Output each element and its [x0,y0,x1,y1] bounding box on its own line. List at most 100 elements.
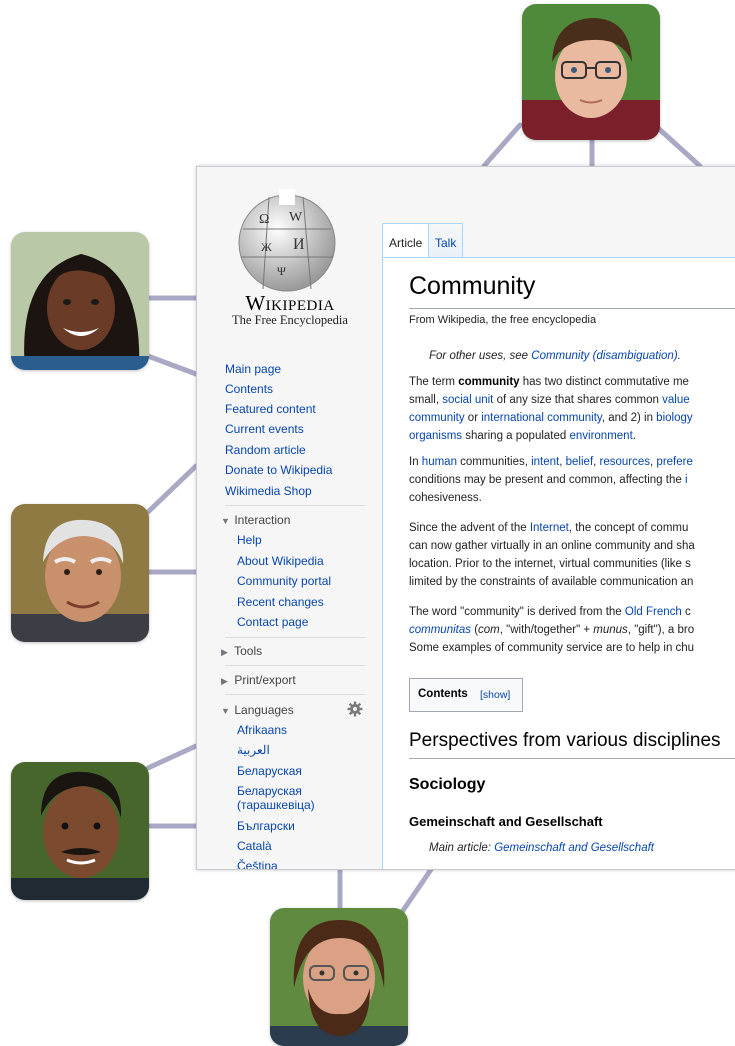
article-link[interactable]: prefere [656,456,692,468]
page-title: Community [409,272,536,300]
article-link[interactable]: Internet [530,522,569,534]
disambiguation-link[interactable]: Community (disambiguation) [531,350,677,362]
hatnote: For other uses, see Community (disambigu… [429,350,681,362]
paragraph-line: The word "community" is derived from the… [409,604,691,622]
sidebar-item-contact-page[interactable]: Contact page [237,615,308,629]
tab-article[interactable]: Article [382,223,430,259]
languages-toggle[interactable]: ▼ Languages [221,703,294,717]
hatnote-suffix: . [677,350,681,362]
table-of-contents: Contents [show] [409,678,523,712]
paragraph-line: Since the advent of the Internet, the co… [409,520,688,538]
text-run: Some examples of community service are t… [409,642,695,654]
text-run: communities, [456,456,532,468]
chevron-down-icon: ▼ [221,706,230,716]
sidebar-item-random-article[interactable]: Random article [225,443,306,457]
text-run: , "gift"), a bro [627,624,695,636]
sidebar-item-current-events[interactable]: Current events [225,422,304,436]
text-run: The word "community" is derived from the [409,606,625,618]
sidebar-item-help[interactable]: Help [237,533,262,547]
text-run: . [632,430,636,442]
site-tagline: From Wikipedia, the free encyclopedia [409,314,597,326]
article-link[interactable]: organisms [409,430,462,442]
sidebar-item-recent-changes[interactable]: Recent changes [237,595,324,609]
paragraph-line: In human communities, intent, belief, re… [409,454,693,472]
article-link[interactable]: intent [531,456,559,468]
sidebar-item-wikimedia-shop[interactable]: Wikimedia Shop [225,484,312,498]
text-run: The term [409,376,459,388]
languages-heading: Languages [234,703,294,717]
sidebar-item-contents[interactable]: Contents [225,382,273,396]
text-run: location. Prior to the internet, virtual… [409,558,691,570]
tab-talk[interactable]: Talk [428,223,464,258]
language-item[interactable]: Català [237,839,272,853]
interaction-toggle[interactable]: ▼ Interaction [221,513,290,527]
article-link[interactable]: human [422,456,457,468]
sidebar-item-donate[interactable]: Donate to Wikipedia [225,463,332,477]
text-run: c [681,606,691,618]
hatnote-prefix: For other uses, see [429,350,532,362]
language-item[interactable]: Беларуская [237,784,302,798]
svg-text:Ω: Ω [259,212,269,227]
paragraph-line: Some examples of community service are t… [409,640,694,658]
sidebar-divider [225,665,365,666]
text-run: has two distinct commutative me [519,376,689,388]
language-item[interactable]: Čeština [237,859,278,869]
interaction-heading: Interaction [234,513,291,527]
sidebar-item-featured-content[interactable]: Featured content [225,402,316,416]
article-link[interactable]: international community [481,412,602,424]
article-link[interactable]: resources [600,456,651,468]
paragraph-line: organisms sharing a populated environmen… [409,428,636,446]
print-export-heading: Print/export [234,673,296,687]
sidebar-item-community-portal[interactable]: Community portal [237,574,331,588]
wikipedia-globe-logo[interactable]: Ω W И Ж Ψ [233,185,341,293]
paragraph-line: The term community has two distinct comm… [409,374,689,392]
article-link[interactable]: belief [566,456,594,468]
language-item[interactable]: Беларуская [237,764,302,778]
avatar-smiling-woman [11,232,149,370]
language-item[interactable]: Afrikaans [237,723,287,737]
article-link[interactable]: value [662,394,690,406]
language-item[interactable]: العربية [237,743,270,757]
subsubsection-heading: Gemeinschaft and Gesellschaft [409,814,603,829]
text-run: small, [409,394,443,406]
text-run: of any size that shares common [493,394,663,406]
article-link[interactable]: i [685,474,688,486]
article-link[interactable]: environment [569,430,632,442]
paragraph-line: cohesiveness. [409,490,482,508]
article-link[interactable]: Old French [625,606,682,618]
text-run: , "with/together" + [499,624,594,636]
paragraph-line: location. Prior to the internet, virtual… [409,556,691,574]
bold-text: community [458,376,520,388]
sidebar-item-main-page[interactable]: Main page [225,362,281,376]
text-run: , and 2) in [601,412,657,424]
sidebar: Ω W И Ж Ψ Wikipedia The Free Encyclopedi… [197,167,382,869]
language-item[interactable]: Български [237,819,295,833]
gemeinschaft-link[interactable]: Gemeinschaft and Gesellschaft [494,842,654,854]
text-run: conditions may be present and common, af… [409,474,685,486]
tools-toggle[interactable]: ▶ Tools [221,644,262,658]
text-run: ( [471,624,479,636]
text-run: cohesiveness. [409,492,482,504]
article-link[interactable]: communitas [409,624,471,636]
text-run: can now gather virtually in an online co… [409,540,695,552]
text-run: , the concept of commu [568,522,689,534]
gear-icon[interactable] [347,701,363,717]
main-article-note: Main article: Gemeinschaft and Gesellsch… [429,842,654,854]
language-item-sub[interactable]: (тарашкевіца) [237,798,315,812]
sidebar-divider [225,637,365,638]
article-link[interactable]: social unit [442,394,493,406]
svg-text:Ψ: Ψ [277,264,286,278]
chevron-right-icon: ▶ [221,676,228,686]
portrait-image [522,4,660,140]
section-divider [409,758,735,759]
text-run: munus [593,624,628,636]
toc-show-toggle[interactable]: [show] [480,689,510,701]
avatar-older-man [11,504,149,642]
paragraph-line: conditions may be present and common, af… [409,472,688,490]
paragraph-line: community or international community, an… [409,410,693,428]
article-link[interactable]: community [409,412,465,424]
print-export-toggle[interactable]: ▶ Print/export [221,673,296,687]
avatar-man-mustache [11,762,149,900]
sidebar-item-about[interactable]: About Wikipedia [237,554,324,568]
article-link[interactable]: biology [656,412,692,424]
